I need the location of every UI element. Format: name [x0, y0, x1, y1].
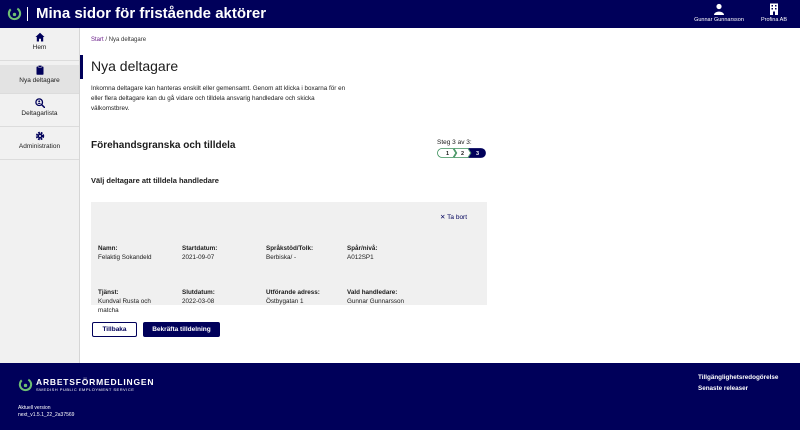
field-sprakstod: Språkstöd/Tolk: Berbiska/ -: [266, 244, 313, 262]
footer-brand-sub: SWEDISH PUBLIC EMPLOYMENT SERVICE: [36, 387, 135, 392]
clipboard-icon: [36, 65, 43, 75]
page-title: Nya deltagare: [91, 58, 179, 74]
field-value: Östbygatan 1: [266, 298, 304, 305]
sidebar-item-label: Deltagarlista: [21, 110, 58, 117]
step-2-number: 2: [461, 151, 464, 157]
field-value: 2021-09-07: [182, 254, 215, 261]
field-label: Utförande adress:: [266, 289, 320, 296]
footer-link-releases[interactable]: Senaste releaser: [698, 385, 748, 392]
step-progress: 1 2 3: [437, 148, 486, 158]
sidebar-item-administration[interactable]: Administration: [0, 131, 79, 160]
field-value: matcha: [98, 307, 119, 314]
breadcrumb-current: Nya deltagare: [108, 37, 147, 43]
step-1-number: 1: [446, 151, 449, 157]
version-label: Aktuell version: [18, 405, 51, 411]
intro-text: Inkomna deltagare kan hanteras enskilt e…: [91, 85, 346, 112]
field-adress: Utförande adress: Östbygatan 1: [266, 288, 320, 306]
footer-link-accessibility[interactable]: Tillgänglighetsredogörelse: [698, 374, 778, 381]
field-label: Startdatum:: [182, 245, 218, 252]
building-icon: [770, 3, 778, 15]
participant-card: ✕ Ta bort Namn: Felaktig Sokandeld Start…: [91, 202, 487, 314]
footer-brand: ARBETSFÖRMEDLINGEN: [36, 377, 155, 387]
field-value: 2022-03-08: [182, 298, 215, 305]
user-name: Gunnar Gunnarsson: [694, 17, 744, 23]
gear-icon: [35, 131, 44, 141]
sidebar-item-label: Nya deltagare: [19, 77, 60, 84]
home-icon: [35, 32, 44, 42]
af-logo-icon[interactable]: [7, 6, 22, 21]
field-label: Språkstöd/Tolk:: [266, 245, 314, 252]
field-namn: Namn: Felaktig Sokandeld: [98, 244, 152, 262]
field-slutdatum: Slutdatum: 2022-03-08: [182, 288, 215, 306]
field-value: Berbiska/ -: [266, 254, 297, 261]
field-value: Felaktig Sokandeld: [98, 254, 152, 261]
field-handledare: Vald handledare: Gunnar Gunnarsson: [347, 288, 404, 306]
field-value: Kundval Rusta och: [98, 298, 151, 305]
sidebar-item-label: Administration: [18, 143, 61, 150]
field-value: A012SP1: [347, 254, 374, 261]
field-label: Namn:: [98, 245, 118, 252]
sidebar-item-label: Hem: [32, 44, 47, 51]
breadcrumb: Start / Nya deltagare: [91, 37, 146, 43]
remove-label: Ta bort: [447, 214, 468, 221]
org-menu[interactable]: Profina AB: [756, 3, 792, 23]
field-tjanst: Tjänst: Kundval Rusta och matcha: [98, 288, 151, 315]
field-value: Gunnar Gunnarsson: [347, 298, 405, 305]
sub-title: Välj deltagare att tilldela handledare: [91, 176, 219, 185]
field-label: Spår/nivå:: [347, 245, 378, 252]
breadcrumb-separator: /: [105, 37, 108, 43]
remove-button[interactable]: ✕ Ta bort: [440, 213, 467, 221]
sidebar-item-nya-deltagare[interactable]: Nya deltagare: [0, 65, 79, 94]
search-user-icon: [34, 98, 45, 108]
top-header: Mina sidor för fristående aktörer Gunnar…: [0, 0, 800, 28]
app-title: Mina sidor för fristående aktörer: [36, 5, 267, 22]
sidebar-item-deltagarlista[interactable]: Deltagarlista: [0, 98, 79, 127]
version-value: next_v1.5.1_22_2a37569: [18, 412, 75, 418]
breadcrumb-link-start[interactable]: Start: [91, 37, 104, 43]
main-content: Start / Nya deltagare Nya deltagare Inko…: [80, 28, 800, 363]
field-startdatum: Startdatum: 2021-09-07: [182, 244, 217, 262]
confirm-assignment-button[interactable]: Bekräfta tilldelning: [143, 322, 220, 337]
step-label: Steg 3 av 3:: [437, 139, 472, 146]
field-label: Vald handledare:: [347, 289, 398, 296]
user-menu[interactable]: Gunnar Gunnarsson: [690, 3, 748, 23]
user-icon: [714, 3, 724, 15]
field-label: Slutdatum:: [182, 289, 215, 296]
section-title: Förehandsgranska och tilldela: [91, 140, 236, 151]
field-label: Tjänst:: [98, 289, 119, 296]
af-logo-icon: [18, 377, 33, 392]
close-icon: ✕: [440, 214, 446, 221]
step-3-number: 3: [476, 151, 479, 157]
footer: ARBETSFÖRMEDLINGEN SWEDISH PUBLIC EMPLOY…: [0, 363, 800, 430]
field-spar: Spår/nivå: A012SP1: [347, 244, 377, 262]
org-name: Profina AB: [761, 17, 787, 23]
sidebar: Hem Nya deltagare Deltagarlista Administ…: [0, 28, 80, 363]
back-button[interactable]: Tillbaka: [92, 322, 137, 337]
brand-divider: [27, 7, 28, 21]
title-accent-bar: [80, 55, 83, 79]
sidebar-item-hem[interactable]: Hem: [0, 32, 79, 61]
